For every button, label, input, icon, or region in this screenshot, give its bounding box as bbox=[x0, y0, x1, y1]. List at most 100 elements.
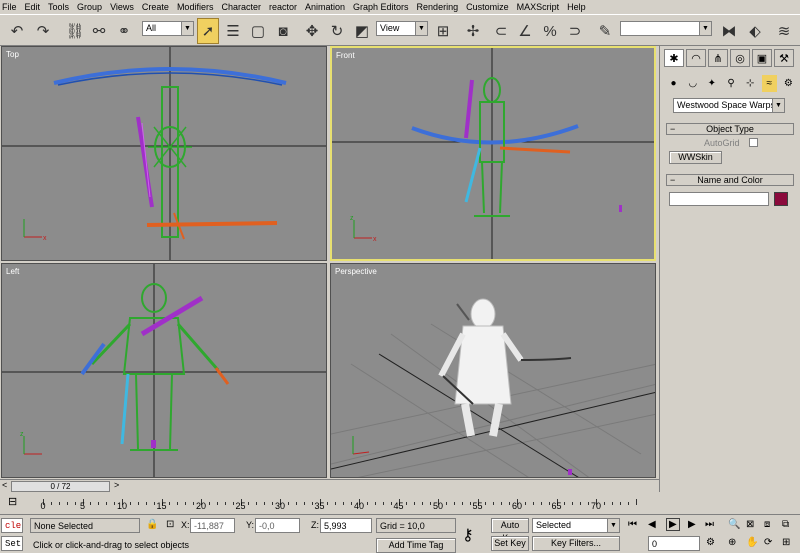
time-prev-button[interactable]: < bbox=[2, 480, 7, 490]
bind-space-warp-icon[interactable]: ⚭ bbox=[113, 18, 135, 44]
menu-tools[interactable]: Tools bbox=[48, 2, 69, 12]
track-bar[interactable]: ⊟ 0 5 10 15 20 25 30 35 40 45 50 55 60 65 70 bbox=[0, 492, 659, 514]
menu-file[interactable]: File bbox=[2, 2, 17, 12]
track-tick bbox=[422, 502, 424, 505]
name-color-rollout-header[interactable]: − Name and Color bbox=[666, 174, 794, 186]
pivot-center-icon[interactable]: ⊞ bbox=[432, 18, 454, 44]
menu-group[interactable]: Group bbox=[77, 2, 102, 12]
set-key-mode-icon[interactable]: ⚷ bbox=[462, 525, 474, 545]
wwskin-button[interactable]: WWSkin bbox=[669, 151, 722, 164]
menu-modifiers[interactable]: Modifiers bbox=[177, 2, 214, 12]
play-icon[interactable]: ▶ bbox=[666, 518, 680, 531]
set-key-button[interactable]: Set Key bbox=[491, 536, 529, 551]
viewport-left[interactable]: Left z bbox=[1, 263, 327, 478]
go-to-end-icon[interactable]: ⏭ bbox=[705, 519, 714, 530]
zoom-extents-all-icon[interactable]: ⧉ bbox=[782, 519, 789, 530]
menu-edit[interactable]: Edit bbox=[25, 2, 41, 12]
viewport-top[interactable]: Top x bbox=[1, 46, 327, 261]
snap-toggle-icon[interactable]: ⊂ bbox=[490, 18, 512, 44]
key-mode-dropdown[interactable]: Selected bbox=[532, 518, 620, 533]
maximize-viewport-icon[interactable]: ⊞ bbox=[782, 537, 790, 548]
absolute-mode-icon[interactable]: ⊡ bbox=[166, 519, 174, 530]
time-slider[interactable]: 0 / 72 bbox=[11, 481, 110, 492]
menu-graph-editors[interactable]: Graph Editors bbox=[353, 2, 409, 12]
link-icon[interactable]: ⛓ bbox=[64, 18, 86, 44]
zoom-icon[interactable]: 🔍 bbox=[728, 519, 740, 530]
object-name-input[interactable] bbox=[669, 192, 769, 206]
y-coordinate-field[interactable]: -0,0 bbox=[255, 518, 300, 533]
menu-rendering[interactable]: Rendering bbox=[417, 2, 459, 12]
maxscript-listener-bottom[interactable]: Set bbox=[1, 536, 23, 551]
previous-frame-icon[interactable]: ◀ bbox=[648, 519, 656, 530]
time-configuration-icon[interactable]: ⚙ bbox=[706, 537, 715, 548]
cameras-icon[interactable]: ⚲ bbox=[723, 75, 738, 92]
rotate-icon[interactable]: ↻ bbox=[326, 18, 348, 44]
window-crossing-icon[interactable]: ◙ bbox=[272, 18, 294, 44]
menu-reactor[interactable]: reactor bbox=[269, 2, 297, 12]
named-selection-dropdown[interactable] bbox=[620, 21, 712, 36]
angle-snap-icon[interactable]: ∠ bbox=[514, 18, 536, 44]
align-icon[interactable]: ⬖ bbox=[744, 18, 766, 44]
menu-animation[interactable]: Animation bbox=[305, 2, 345, 12]
autogrid-checkbox[interactable] bbox=[749, 138, 758, 147]
edit-named-selection-icon[interactable]: ✎ bbox=[594, 18, 616, 44]
next-frame-icon[interactable]: ▶ bbox=[688, 519, 696, 530]
pan-icon[interactable]: ✋ bbox=[746, 537, 758, 548]
scale-icon[interactable]: ◩ bbox=[351, 18, 373, 44]
move-icon[interactable]: ✥ bbox=[301, 18, 323, 44]
command-panel-tabs: ✱ ◠ ⋔ ◎ ▣ ⚒ bbox=[664, 49, 797, 69]
arc-rotate-icon[interactable]: ⟳ bbox=[764, 537, 772, 548]
unlink-icon[interactable]: ⚯ bbox=[88, 18, 110, 44]
layer-manager-icon[interactable]: ≋ bbox=[772, 18, 796, 44]
object-type-rollout-header[interactable]: − Object Type bbox=[666, 123, 794, 135]
viewport-front[interactable]: Front x z bbox=[330, 46, 656, 261]
viewport-perspective[interactable]: Perspective bbox=[330, 263, 656, 478]
modify-tab-icon[interactable]: ◠ bbox=[686, 49, 706, 67]
create-tab-icon[interactable]: ✱ bbox=[664, 49, 684, 67]
mini-curve-editor-icon[interactable]: ⊟ bbox=[8, 495, 17, 508]
mirror-icon[interactable]: ⧓ bbox=[718, 18, 740, 44]
menu-views[interactable]: Views bbox=[110, 2, 134, 12]
geometry-icon[interactable]: ● bbox=[666, 75, 681, 92]
undo-icon[interactable]: ↶ bbox=[6, 18, 28, 44]
zoom-extents-icon[interactable]: ⧈ bbox=[764, 519, 770, 530]
shapes-icon[interactable]: ◡ bbox=[685, 75, 700, 92]
category-dropdown[interactable]: Westwood Space Warps bbox=[673, 98, 785, 113]
menu-character[interactable]: Character bbox=[221, 2, 261, 12]
hierarchy-tab-icon[interactable]: ⋔ bbox=[708, 49, 728, 67]
maxscript-listener-top[interactable]: cle bbox=[1, 518, 23, 533]
selection-filter-dropdown[interactable]: All bbox=[142, 21, 194, 36]
utilities-tab-icon[interactable]: ⚒ bbox=[774, 49, 794, 67]
object-color-swatch[interactable] bbox=[774, 192, 788, 206]
add-time-tag-button[interactable]: Add Time Tag bbox=[376, 538, 456, 553]
spinner-snap-icon[interactable]: ⊃ bbox=[564, 18, 586, 44]
helpers-icon[interactable]: ⊹ bbox=[743, 75, 758, 92]
rectangular-selection-icon[interactable]: ▢ bbox=[247, 18, 269, 44]
redo-icon[interactable]: ↷ bbox=[32, 18, 54, 44]
menu-help[interactable]: Help bbox=[567, 2, 586, 12]
lock-selection-icon[interactable]: 🔒 bbox=[146, 519, 158, 530]
key-filters-button[interactable]: Key Filters... bbox=[532, 536, 620, 551]
go-to-start-icon[interactable]: ⏮ bbox=[628, 519, 637, 530]
track-tick-label: 20 bbox=[195, 501, 207, 511]
motion-tab-icon[interactable]: ◎ bbox=[730, 49, 750, 67]
time-next-button[interactable]: > bbox=[114, 480, 119, 490]
menu-create[interactable]: Create bbox=[142, 2, 169, 12]
select-by-name-icon[interactable]: ☰ bbox=[222, 18, 244, 44]
select-manipulate-icon[interactable]: ✢ bbox=[462, 18, 484, 44]
select-object-icon[interactable]: ➚ bbox=[197, 18, 219, 44]
systems-icon[interactable]: ⚙ bbox=[781, 75, 796, 92]
zoom-all-icon[interactable]: ⊠ bbox=[746, 519, 754, 530]
lights-icon[interactable]: ✦ bbox=[704, 75, 719, 92]
region-zoom-icon[interactable]: ⊕ bbox=[728, 537, 736, 548]
percent-snap-icon[interactable]: % bbox=[539, 18, 561, 44]
x-coordinate-field[interactable]: -11,887 bbox=[190, 518, 235, 533]
reference-coordinate-dropdown[interactable]: View bbox=[376, 21, 428, 36]
z-coordinate-field[interactable]: 5,993 bbox=[320, 518, 372, 533]
menu-maxscript[interactable]: MAXScript bbox=[517, 2, 560, 12]
menu-customize[interactable]: Customize bbox=[466, 2, 509, 12]
display-tab-icon[interactable]: ▣ bbox=[752, 49, 772, 67]
auto-key-button[interactable]: Auto Key bbox=[491, 518, 529, 543]
current-frame-field[interactable]: 0 bbox=[648, 536, 700, 551]
space-warps-icon[interactable]: ≈ bbox=[761, 75, 777, 92]
